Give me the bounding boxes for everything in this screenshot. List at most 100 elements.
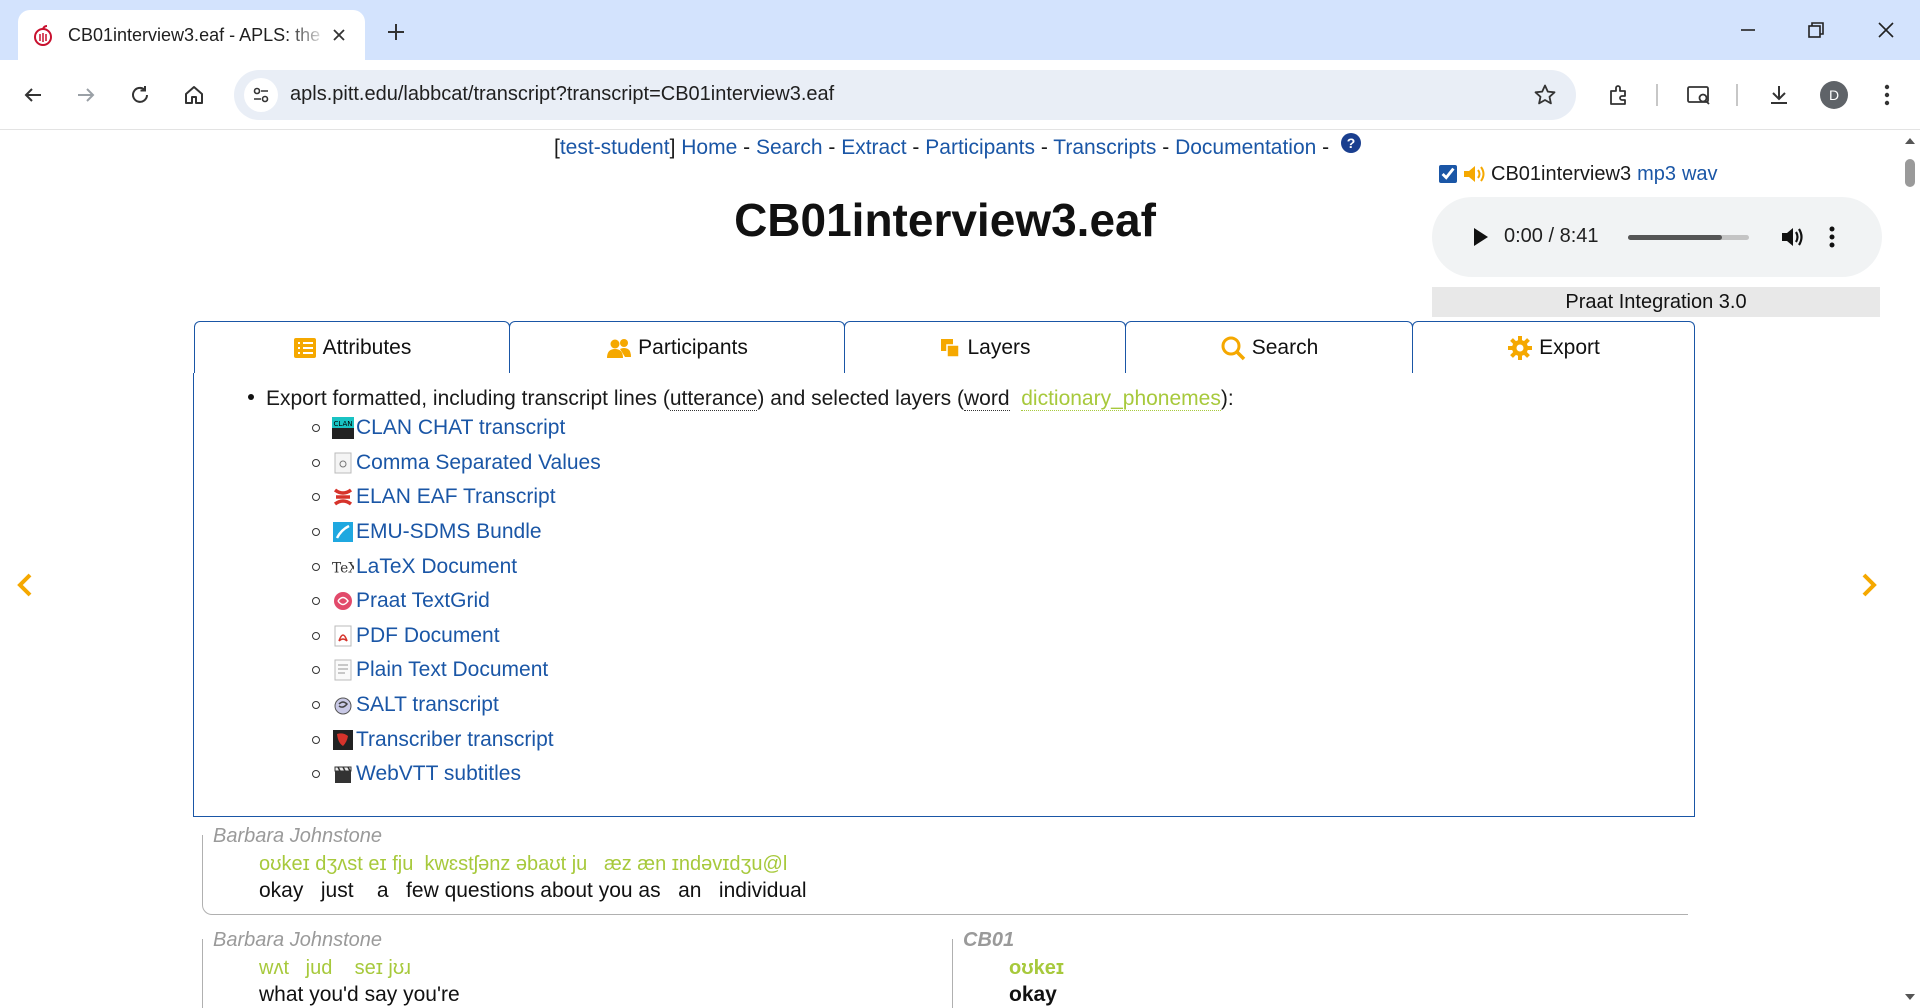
nav-documentation-link[interactable]: Documentation [1175,136,1316,159]
people-icon [606,337,632,359]
format-clan[interactable]: CLAN CLAN CHAT transcript [312,411,601,446]
format-csv[interactable]: Comma Separated Values [312,446,601,481]
audio-time: 0:00 / 8:41 [1504,225,1599,247]
export-intro-text: Export formatted, including transcript l… [266,387,670,410]
reload-icon[interactable] [121,76,159,114]
format-latex[interactable]: TeX LaTeX Document [312,549,601,584]
page-scrollbar[interactable] [1900,131,1920,1008]
word-line[interactable]: okay just a few questions about you as a… [259,879,807,903]
minimize-icon[interactable] [1724,12,1772,48]
transcript-turn: Barbara Johnstone oʊkeɪ dʒʌst eɪ fju kwɛ… [202,825,1688,915]
nav-home-link[interactable]: Home [681,136,737,159]
previous-transcript-chevron-icon[interactable] [14,571,36,604]
format-pdf[interactable]: PDF Document [312,619,601,654]
svg-text:CLAN: CLAN [334,420,353,428]
format-salt[interactable]: SALT transcript [312,688,601,723]
bookmark-star-icon[interactable] [1532,82,1558,108]
back-arrow-icon[interactable] [14,76,52,114]
profile-avatar[interactable]: D [1820,81,1848,109]
restore-window-icon[interactable] [1792,12,1840,48]
praat-integration[interactable]: Praat Integration 3.0 [1432,287,1880,317]
format-praat-label[interactable]: Praat TextGrid [356,589,490,613]
nav-participants-link[interactable]: Participants [925,136,1035,159]
home-icon[interactable] [175,76,213,114]
export-format-list: CLAN CLAN CHAT transcript Comma Separate… [312,411,601,792]
audio-player: 0:00 / 8:41 [1432,197,1882,277]
phoneme-line[interactable]: wʌt jud seɪ jʊɹ [259,957,411,980]
layers-icon [939,337,961,359]
media-checkbox[interactable] [1439,165,1457,183]
wav-link[interactable]: wav [1682,163,1718,186]
format-pdf-label[interactable]: PDF Document [356,624,500,648]
mp3-link[interactable]: mp3 [1637,163,1676,186]
next-transcript-chevron-icon[interactable] [1858,571,1880,604]
audio-progress-slider[interactable] [1628,235,1749,240]
format-text[interactable]: Plain Text Document [312,653,601,688]
tab-search[interactable]: Search [1125,321,1413,374]
format-emu[interactable]: EMU-SDMS Bundle [312,515,601,550]
format-elan-label[interactable]: ELAN EAF Transcript [356,485,556,509]
extensions-puzzle-icon[interactable] [1600,76,1638,114]
cast-search-icon[interactable] [1680,76,1718,114]
address-bar[interactable]: apls.pitt.edu/labbcat/transcript?transcr… [234,70,1576,120]
media-name: CB01interview3 [1491,162,1632,185]
scroll-down-icon[interactable] [1904,993,1916,1001]
transcript-turn: CB01 oʊkeɪ okay [952,929,1688,1008]
nav-extract-link[interactable]: Extract [841,136,906,159]
format-praat[interactable]: Praat TextGrid [312,584,601,619]
export-description: Export formatted, including transcript l… [248,387,1234,411]
phoneme-line[interactable]: oʊkeɪ [1009,957,1064,980]
format-webvtt[interactable]: WebVTT subtitles [312,757,601,792]
browser-toolbar: apls.pitt.edu/labbcat/transcript?transcr… [0,60,1920,130]
phoneme-line[interactable]: oʊkeɪ dʒʌst eɪ fju kwɛstʃənz əbaʊt ju æz… [259,853,787,876]
word-line[interactable]: what you'd say you're [259,983,460,1007]
nav-search-link[interactable]: Search [756,136,823,159]
scroll-up-icon[interactable] [1904,137,1916,145]
format-emu-label[interactable]: EMU-SDMS Bundle [356,520,542,544]
tab-attributes[interactable]: Attributes [194,321,510,374]
forward-arrow-icon[interactable] [67,76,105,114]
volume-icon[interactable] [1778,223,1806,256]
format-clan-label[interactable]: CLAN CHAT transcript [356,416,565,440]
url-text[interactable]: apls.pitt.edu/labbcat/transcript?transcr… [290,83,834,106]
tab-export[interactable]: Export [1412,321,1695,374]
speaker-name[interactable]: CB01 [963,929,1019,952]
utterance-layer[interactable]: utterance [669,387,758,411]
scroll-thumb[interactable] [1905,159,1915,187]
close-window-icon[interactable] [1862,12,1910,48]
export-mid-text: ) and selected layers ( [757,387,965,410]
media-panel: CB01interview3 mp3 wav 0:00 / 8:41 Praat… [1430,159,1882,317]
nav-transcripts-link[interactable]: Transcripts [1053,136,1156,159]
format-elan[interactable]: ELAN EAF Transcript [312,480,601,515]
audio-more-icon[interactable] [1828,223,1836,256]
svg-text:TeX: TeX [332,560,354,576]
format-latex-label[interactable]: LaTeX Document [356,555,517,579]
search-icon [1220,335,1246,361]
format-webvtt-label[interactable]: WebVTT subtitles [356,762,521,786]
download-icon[interactable] [1760,76,1798,114]
transcript-turn: Barbara Johnstone wʌt jud seɪ jʊɹ what y… [202,929,942,1008]
phonemes-layer[interactable]: dictionary_phonemes [1021,387,1221,411]
word-line[interactable]: okay [1009,983,1057,1007]
site-info-icon[interactable] [244,78,278,112]
page-viewport: [test-student] Home - Search - Extract -… [0,131,1900,1008]
speaker-name[interactable]: Barbara Johnstone [213,825,387,848]
tab-layers-label: Layers [967,336,1031,359]
format-text-label[interactable]: Plain Text Document [356,658,548,682]
browser-tab-active[interactable]: CB01interview3.eaf - APLS: the [18,10,365,60]
play-icon[interactable] [1468,223,1492,256]
format-csv-label[interactable]: Comma Separated Values [356,451,601,475]
close-tab-icon[interactable] [327,23,351,47]
kebab-menu-icon[interactable] [1868,76,1906,114]
format-transcriber[interactable]: Transcriber transcript [312,722,601,757]
word-layer[interactable]: word [964,387,1010,411]
tab-participants[interactable]: Participants [509,321,845,374]
format-salt-label[interactable]: SALT transcript [356,693,499,717]
format-transcriber-label[interactable]: Transcriber transcript [356,728,554,752]
tab-attributes-label: Attributes [322,336,412,359]
tab-layers[interactable]: Layers [844,321,1126,374]
speaker-name[interactable]: Barbara Johnstone [213,929,387,952]
new-tab-plus-icon[interactable] [380,16,412,48]
help-icon[interactable]: ? [1341,133,1361,153]
user-link[interactable]: test-student [560,136,670,159]
